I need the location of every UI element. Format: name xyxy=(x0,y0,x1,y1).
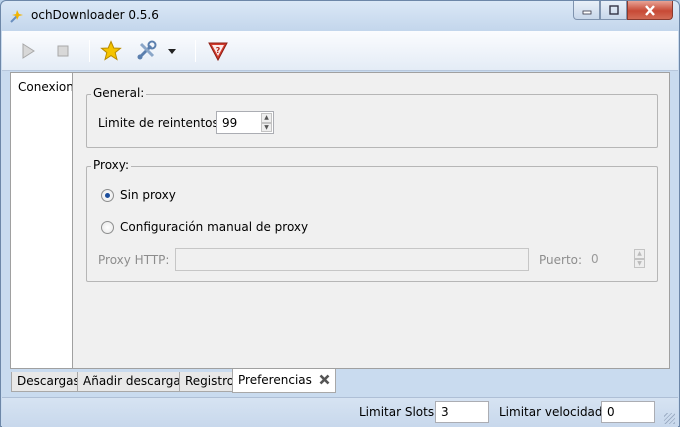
help-shield-icon: ? xyxy=(208,42,228,62)
star-icon xyxy=(100,40,122,61)
toolbar-separator xyxy=(195,40,196,62)
resize-grip-icon[interactable] xyxy=(664,413,675,424)
close-icon xyxy=(645,4,655,16)
spin-up-icon[interactable]: ▲ xyxy=(634,249,645,259)
port-spinbox[interactable]: 0 ▲ ▼ xyxy=(586,248,646,271)
spin-up-icon[interactable]: ▲ xyxy=(261,113,272,123)
stop-button[interactable] xyxy=(51,39,75,63)
limit-slots-value: 3 xyxy=(441,405,449,419)
main-tab-bar: Descargas Añadir descargas Registro Pref… xyxy=(10,369,670,393)
limit-speed-spinbox[interactable]: 0 xyxy=(601,401,655,423)
minimize-button[interactable] xyxy=(573,1,600,20)
port-label: Puerto: xyxy=(539,253,583,267)
spin-down-icon[interactable]: ▼ xyxy=(261,122,272,132)
no-proxy-radio[interactable] xyxy=(101,189,114,202)
toolbar: ? xyxy=(2,31,678,71)
category-tab-conexion[interactable]: Conexion xyxy=(11,73,74,102)
maximize-button[interactable] xyxy=(600,1,627,20)
limit-slots-spinbox[interactable]: 3 xyxy=(435,401,489,423)
tab-preferencias-label: Preferencias xyxy=(238,373,312,387)
limit-speed-label: Limitar velocidad xyxy=(499,405,603,419)
port-spin-arrows[interactable]: ▲ ▼ xyxy=(634,249,645,268)
general-group-title: General: xyxy=(91,86,147,100)
tools-dropdown-button[interactable] xyxy=(165,39,179,63)
general-group: General: Limite de reintentos 99 ▲ ▼ xyxy=(86,86,658,148)
retries-spinbox[interactable]: 99 ▲ ▼ xyxy=(216,111,274,134)
start-button[interactable] xyxy=(16,39,40,63)
preferences-category-list: Conexion xyxy=(10,72,74,369)
preferences-button[interactable] xyxy=(134,39,158,63)
close-window-button[interactable] xyxy=(627,1,673,20)
minimize-icon xyxy=(582,10,591,15)
dropdown-arrow-icon xyxy=(168,48,176,54)
tab-anadir-descargas[interactable]: Añadir descargas xyxy=(77,372,194,392)
stop-icon xyxy=(57,45,69,57)
port-value: 0 xyxy=(591,252,599,266)
proxy-group: Proxy: Sin proxy Configuración manual de… xyxy=(86,158,658,282)
caption-buttons xyxy=(573,1,673,21)
status-bar: Limitar Slots 3 Limitar velocidad 0 xyxy=(2,397,678,427)
no-proxy-label[interactable]: Sin proxy xyxy=(120,188,176,202)
preferences-panel: General: Limite de reintentos 99 ▲ ▼ Pro… xyxy=(72,72,670,369)
toolbar-separator xyxy=(89,40,90,62)
retries-spin-arrows[interactable]: ▲ ▼ xyxy=(261,113,272,132)
app-window: ochDownloader 0.5.6 ? Conexion General: … xyxy=(0,0,680,427)
limit-slots-label: Limitar Slots xyxy=(359,405,435,419)
tab-descargas[interactable]: Descargas xyxy=(11,372,86,392)
manual-proxy-label[interactable]: Configuración manual de proxy xyxy=(120,220,308,234)
tab-registro[interactable]: Registro xyxy=(179,372,241,392)
app-logo-icon xyxy=(10,10,23,23)
close-tab-icon[interactable] xyxy=(319,374,330,385)
favorites-button[interactable] xyxy=(99,39,123,63)
proxy-http-input[interactable] xyxy=(175,248,529,271)
retries-value: 99 xyxy=(222,116,238,130)
main-area: Conexion General: Limite de reintentos 9… xyxy=(10,72,670,369)
manual-proxy-radio[interactable] xyxy=(101,221,114,234)
play-icon xyxy=(22,43,35,59)
maximize-icon xyxy=(608,5,619,15)
proxy-group-title: Proxy: xyxy=(91,158,132,172)
svg-text:?: ? xyxy=(216,46,221,55)
limit-speed-value: 0 xyxy=(607,405,615,419)
window-title: ochDownloader 0.5.6 xyxy=(31,8,159,22)
spin-down-icon[interactable]: ▼ xyxy=(634,258,645,268)
title-bar[interactable]: ochDownloader 0.5.6 xyxy=(1,1,679,31)
tab-preferencias[interactable]: Preferencias xyxy=(232,369,336,393)
proxy-http-label: Proxy HTTP: xyxy=(98,253,170,267)
tools-icon xyxy=(137,40,157,60)
retries-label: Limite de reintentos xyxy=(98,116,219,130)
help-button[interactable]: ? xyxy=(206,39,230,63)
